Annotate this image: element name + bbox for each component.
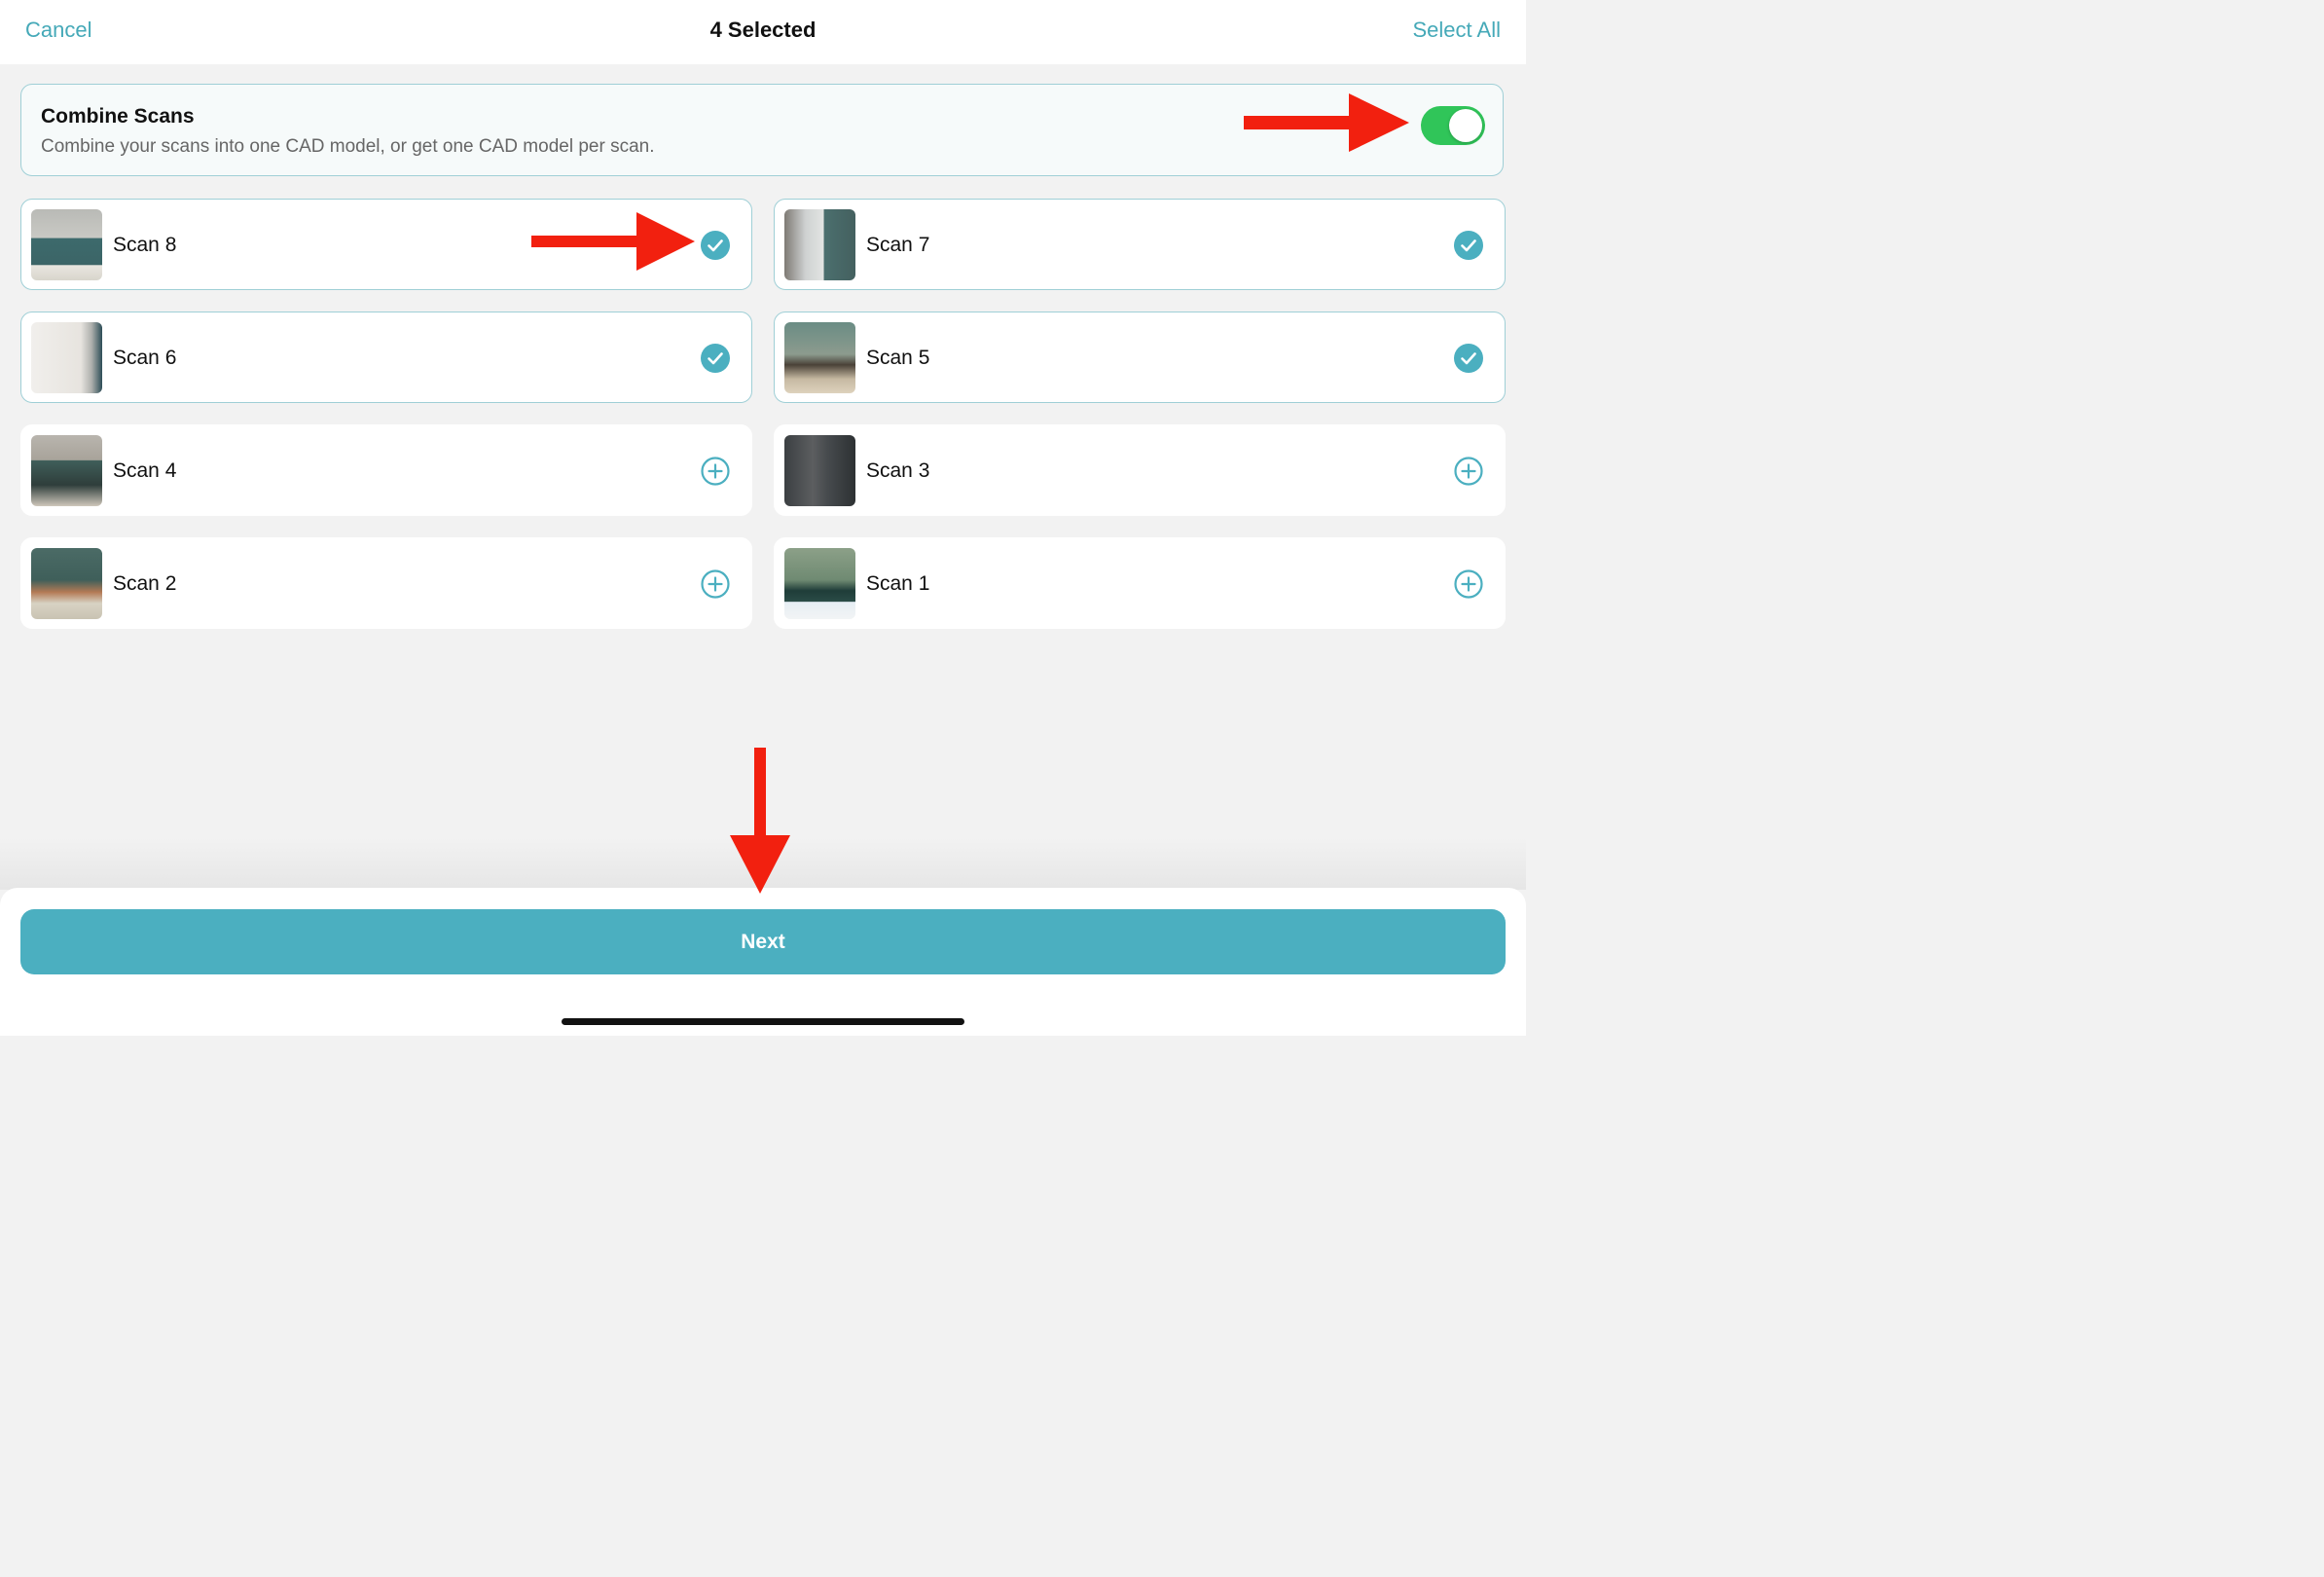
scan-thumbnail: [784, 322, 855, 393]
scan-card[interactable]: Scan 8: [20, 199, 752, 290]
combine-scans-title: Combine Scans: [41, 105, 195, 128]
combine-scans-description: Combine your scans into one CAD model, o…: [41, 136, 655, 157]
checkmark-circle-icon[interactable]: [701, 344, 730, 373]
scan-label: Scan 2: [113, 572, 177, 595]
scan-thumbnail: [31, 322, 102, 393]
select-all-button[interactable]: Select All: [1413, 18, 1502, 43]
scan-card[interactable]: Scan 6: [20, 312, 752, 403]
scan-thumbnail: [31, 209, 102, 280]
scan-label: Scan 7: [866, 234, 930, 256]
combine-scans-card: Combine Scans Combine your scans into on…: [20, 84, 1504, 176]
plus-circle-icon[interactable]: [701, 457, 730, 486]
scan-thumbnail: [784, 435, 855, 506]
navigation-bar: Cancel 4 Selected Select All: [0, 0, 1526, 64]
scan-thumbnail: [784, 209, 855, 280]
checkmark-circle-icon[interactable]: [1454, 344, 1483, 373]
scan-label: Scan 8: [113, 234, 177, 256]
scan-thumbnail: [784, 548, 855, 619]
scan-thumbnail: [31, 548, 102, 619]
scan-card[interactable]: Scan 2: [20, 537, 752, 629]
plus-circle-icon[interactable]: [1454, 569, 1483, 599]
scan-card[interactable]: Scan 1: [774, 537, 1506, 629]
checkmark-circle-icon[interactable]: [701, 231, 730, 260]
scan-label: Scan 3: [866, 459, 930, 482]
scan-label: Scan 5: [866, 347, 930, 369]
scan-card[interactable]: Scan 4: [20, 424, 752, 516]
plus-circle-icon[interactable]: [1454, 457, 1483, 486]
next-button[interactable]: Next: [20, 909, 1506, 974]
toggle-knob: [1449, 109, 1482, 142]
scan-card[interactable]: Scan 3: [774, 424, 1506, 516]
scan-label: Scan 4: [113, 459, 177, 482]
scan-label: Scan 1: [866, 572, 930, 595]
page-title: 4 Selected: [709, 18, 817, 42]
scan-thumbnail: [31, 435, 102, 506]
scan-card[interactable]: Scan 7: [774, 199, 1506, 290]
combine-scans-toggle[interactable]: [1421, 106, 1485, 145]
checkmark-circle-icon[interactable]: [1454, 231, 1483, 260]
plus-circle-icon[interactable]: [701, 569, 730, 599]
scan-card[interactable]: Scan 5: [774, 312, 1506, 403]
home-indicator: [562, 1018, 964, 1025]
scan-label: Scan 6: [113, 347, 177, 369]
bottom-fade: [0, 837, 1526, 890]
